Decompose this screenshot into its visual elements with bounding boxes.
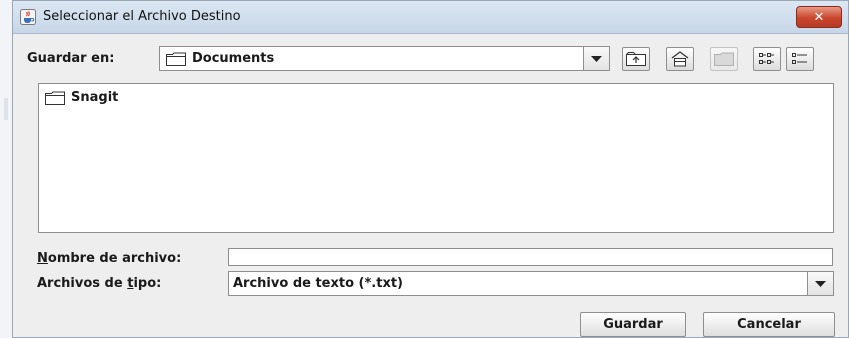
- details-view-icon: [792, 53, 807, 64]
- save-in-dropdown-button[interactable]: [583, 47, 609, 70]
- background-mark: [4, 98, 8, 120]
- title-bar[interactable]: Seleccionar el Archivo Destino ✕: [13, 1, 848, 34]
- list-item[interactable]: Snagit: [45, 90, 118, 105]
- filetype-combobox[interactable]: Archivo de texto (*.txt): [228, 271, 834, 296]
- chevron-down-icon: [591, 55, 602, 62]
- close-icon: ✕: [813, 9, 825, 25]
- cancel-button[interactable]: Cancelar: [703, 312, 835, 337]
- save-in-label: Guardar en:: [27, 51, 115, 66]
- list-view-button[interactable]: [753, 47, 781, 71]
- save-file-dialog: Seleccionar el Archivo Destino ✕ Guardar…: [12, 0, 849, 338]
- save-in-combobox[interactable]: Documents: [159, 46, 610, 71]
- dialog-title: Seleccionar el Archivo Destino: [43, 9, 241, 24]
- new-folder-icon: [714, 52, 734, 66]
- chevron-down-icon: [815, 280, 826, 287]
- new-folder-button[interactable]: [710, 47, 738, 71]
- folder-icon: [45, 91, 65, 105]
- filename-label: Nombre de archivo:: [37, 251, 181, 266]
- home-button[interactable]: [666, 47, 694, 71]
- filetype-label: Archivos de tipo:: [37, 276, 161, 291]
- save-button[interactable]: Guardar: [580, 312, 686, 337]
- details-view-button[interactable]: [786, 47, 814, 71]
- list-view-icon: [759, 53, 774, 64]
- file-list[interactable]: Snagit: [38, 83, 834, 233]
- save-in-value: Documents: [192, 51, 275, 66]
- folder-icon: [166, 52, 186, 66]
- close-button[interactable]: ✕: [796, 6, 842, 28]
- filename-label-text: ombre de archivo:: [47, 251, 182, 266]
- filetype-label-end: ipo:: [133, 276, 162, 291]
- up-folder-icon: [626, 52, 646, 66]
- list-item-label: Snagit: [71, 90, 119, 105]
- filetype-label-start: Archivos de: [37, 276, 128, 291]
- filetype-dropdown-button[interactable]: [807, 272, 833, 295]
- filetype-value: Archivo de texto (*.txt): [233, 276, 403, 291]
- filename-label-mnemonic: N: [37, 251, 48, 266]
- background-strip: [0, 0, 12, 338]
- filename-input[interactable]: [228, 248, 833, 266]
- up-folder-button[interactable]: [622, 47, 650, 71]
- java-cup-icon: [20, 9, 36, 25]
- home-folder-icon: [671, 51, 689, 67]
